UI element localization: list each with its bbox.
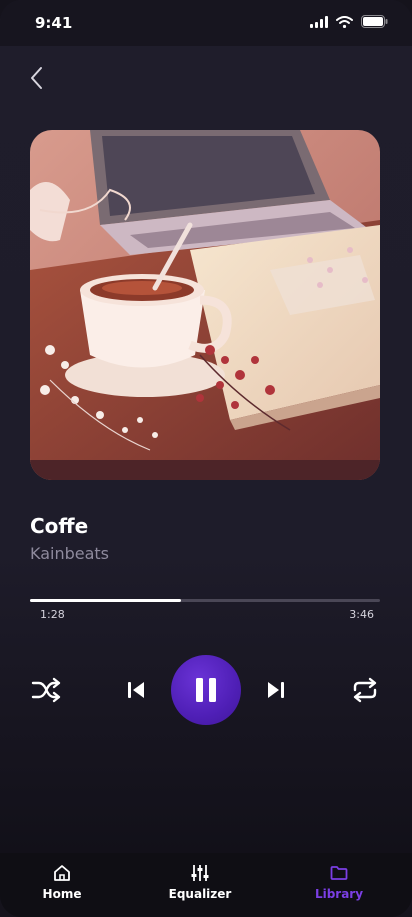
progress-bar[interactable] (30, 599, 380, 602)
player-screen: 9:41 Coffe Kainbeats 1:28 3:46 Home Equa… (0, 0, 412, 917)
track-artist: Kainbeats (30, 544, 110, 563)
nav-label-home: Home (42, 887, 82, 901)
repeat-icon (353, 677, 377, 703)
skip-next-icon (268, 682, 284, 698)
album-artwork (30, 130, 380, 480)
equalizer-icon (191, 865, 209, 881)
next-button[interactable] (262, 677, 290, 703)
nav-label-library: Library (314, 887, 364, 901)
wifi-icon (336, 15, 353, 28)
folder-icon (330, 866, 348, 880)
elapsed-time: 1:28 (40, 608, 65, 621)
status-bar: 9:41 (0, 0, 412, 46)
nav-label-equalizer: Equalizer (168, 887, 232, 901)
track-title: Coffe (30, 514, 89, 538)
battery-icon (361, 15, 388, 28)
back-chevron-icon[interactable] (26, 64, 50, 92)
status-time: 9:41 (35, 14, 73, 32)
nav-item-library[interactable]: Library (289, 853, 389, 917)
pause-button[interactable] (171, 655, 241, 725)
home-icon (54, 865, 70, 881)
total-duration: 3:46 (349, 608, 374, 621)
nav-item-equalizer[interactable]: Equalizer (150, 853, 250, 917)
status-icons (310, 15, 388, 28)
shuffle-icon (31, 677, 61, 703)
previous-button[interactable] (122, 677, 150, 703)
bottom-navigation: Home Equalizer Library (0, 853, 412, 917)
repeat-button[interactable] (348, 675, 382, 705)
progress-fill (30, 599, 181, 602)
signal-icon (310, 15, 328, 28)
shuffle-button[interactable] (28, 675, 64, 705)
nav-item-home[interactable]: Home (12, 853, 112, 917)
skip-previous-icon (128, 682, 144, 698)
pause-icon (196, 678, 216, 702)
